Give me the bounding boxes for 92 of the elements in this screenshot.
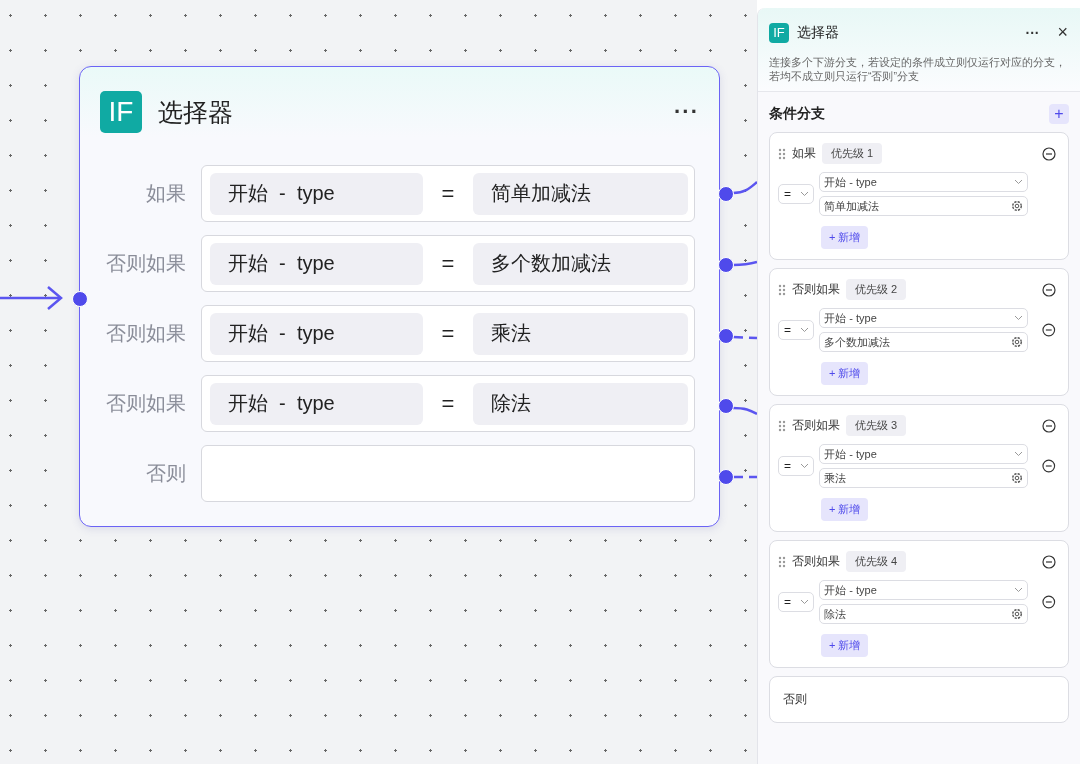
field-select[interactable]: 开始 - type [819, 308, 1029, 328]
drag-handle-icon[interactable] [778, 555, 786, 568]
operator-text: = [440, 320, 456, 347]
connector-line [732, 181, 757, 195]
variable-pill: 开始 - type [210, 312, 423, 355]
settings-icon[interactable] [1011, 200, 1024, 212]
operator-text: = [440, 180, 456, 207]
variable-pill: 开始 - type [210, 242, 423, 285]
caret-icon [800, 191, 810, 197]
more-button[interactable]: ··· [1025, 24, 1040, 41]
value-pill: 除法 [473, 382, 688, 425]
value-pill: 多个数加减法 [473, 242, 688, 285]
connector-line [733, 406, 757, 416]
output-port[interactable] [718, 186, 734, 202]
input-port[interactable] [72, 291, 88, 307]
value-pill: 乘法 [473, 312, 688, 355]
value-pill: 简单加减法 [473, 172, 688, 215]
output-port[interactable] [718, 469, 734, 486]
condition-box[interactable]: 开始 - type = 乘法 [201, 305, 695, 362]
panel-title: 选择器 [797, 23, 840, 42]
selector-node[interactable]: IF 选择器 ··· 如果 开始 - type = 简单加减法 否则如果 开始 - type = 多个数加减法 否则如果 开始 - type = 乘法 否则如果 开始 - type = 除法 否则 [79, 66, 720, 527]
if-logo: IF [100, 91, 142, 133]
value-input[interactable]: 简单加减法 [819, 196, 1029, 216]
priority-tag: 优先级 4 [846, 551, 907, 572]
settings-icon[interactable] [1011, 608, 1024, 620]
branch-label: 否则如果 [792, 281, 840, 298]
condition-box[interactable]: 开始 - type = 多个数加减法 [201, 235, 695, 292]
branch-label: 否则如果 [792, 553, 840, 570]
output-port[interactable] [718, 327, 734, 344]
remove-icon[interactable] [1042, 554, 1056, 569]
field-select[interactable]: 开始 - type [819, 172, 1029, 192]
panel-description: 连接多个下游分支，若设定的条件成立则仅运行对应的分支，若均不成立则只运行“否则”分支 [769, 55, 1067, 83]
operator-select[interactable]: = [778, 592, 815, 612]
value-input[interactable]: 多个数加减法 [819, 332, 1029, 352]
node-title: 选择器 [158, 96, 234, 128]
incoming-arrow [0, 286, 63, 310]
operator-select[interactable]: = [778, 184, 815, 204]
value-input[interactable]: 乘法 [819, 468, 1029, 488]
remove-icon[interactable] [1042, 146, 1056, 161]
add-condition-button[interactable]: + 新增 [821, 634, 869, 657]
remove-icon[interactable] [1042, 282, 1056, 297]
branch-label: 否则 [783, 691, 808, 708]
remove-icon[interactable] [1042, 418, 1056, 433]
caret-icon [800, 463, 810, 469]
branch-label: 否则如果 [792, 417, 840, 434]
remove-icon[interactable] [1042, 595, 1056, 609]
operator-select[interactable]: = [778, 320, 815, 340]
branch-label: 否则 [145, 461, 186, 486]
field-select[interactable]: 开始 - type [819, 444, 1029, 464]
drag-handle-icon[interactable] [778, 147, 786, 160]
caret-icon [1014, 451, 1024, 457]
add-button[interactable]: + [1049, 104, 1069, 124]
caret-icon [1014, 179, 1024, 185]
section-title: 条件分支 [769, 105, 825, 123]
caret-icon [1014, 315, 1024, 321]
caret-icon [800, 599, 810, 605]
add-condition-button[interactable]: + 新增 [821, 498, 869, 521]
priority-tag: 优先级 1 [822, 143, 883, 164]
drag-handle-icon[interactable] [778, 419, 786, 432]
condition-box[interactable]: 开始 - type = 除法 [201, 375, 695, 432]
remove-icon[interactable] [1042, 323, 1056, 337]
variable-pill: 开始 - type [210, 382, 423, 425]
field-select[interactable]: 开始 - type [819, 580, 1029, 600]
connector-line [733, 475, 757, 479]
value-input[interactable]: 除法 [819, 604, 1029, 624]
branch-label: 如果 [145, 181, 186, 206]
if-logo: IF [769, 22, 789, 43]
priority-tag: 优先级 2 [846, 279, 907, 300]
branch-label: 否则如果 [105, 321, 186, 346]
branch-label: 否则如果 [105, 251, 186, 276]
settings-icon[interactable] [1011, 336, 1024, 348]
connector-line [733, 260, 757, 267]
caret-icon [1014, 587, 1024, 593]
condition-box[interactable]: 开始 - type = 简单加减法 [201, 165, 695, 222]
close-button[interactable]: × [1057, 22, 1068, 43]
add-condition-button[interactable]: + 新增 [821, 362, 869, 385]
drag-handle-icon[interactable] [778, 283, 786, 296]
add-condition-button[interactable]: + 新增 [821, 226, 869, 249]
output-port[interactable] [718, 256, 734, 273]
output-port[interactable] [718, 398, 734, 415]
operator-text: = [440, 390, 456, 417]
settings-icon[interactable] [1011, 472, 1024, 484]
branch-label: 如果 [792, 145, 816, 162]
caret-icon [800, 327, 810, 333]
variable-pill: 开始 - type [210, 172, 423, 215]
branch-label: 否则如果 [105, 391, 186, 416]
more-button[interactable]: ··· [674, 99, 699, 125]
remove-icon[interactable] [1042, 459, 1056, 473]
operator-text: = [440, 250, 456, 277]
connector-line [732, 335, 757, 340]
operator-select[interactable]: = [778, 456, 815, 476]
priority-tag: 优先级 3 [846, 415, 907, 436]
